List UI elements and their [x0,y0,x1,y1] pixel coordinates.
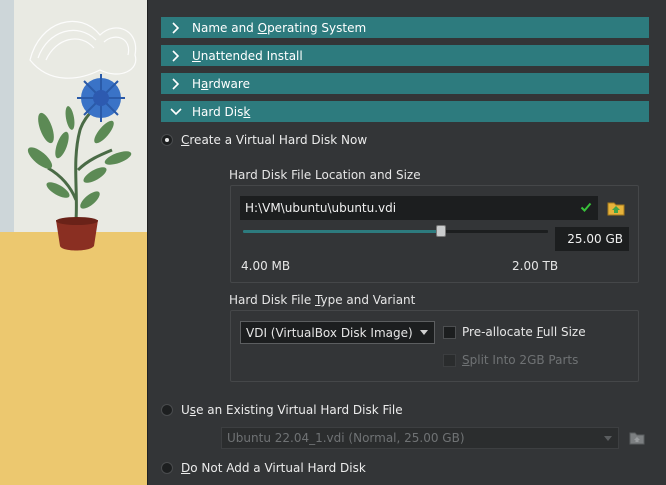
folder-browse-icon[interactable] [606,198,626,218]
slider-fill [243,230,442,233]
existing-disk-value: Ubuntu 22.04_1.vdi (Normal, 25.00 GB) [227,431,465,445]
checkbox-box[interactable] [443,325,456,339]
section-label: Hardware [192,76,250,91]
chevron-down-icon [169,105,183,119]
radio-label: Do Not Add a Virtual Hard Disk [181,461,366,475]
disk-size-input[interactable] [555,227,629,251]
section-header-name-os[interactable]: Name and Operating System [161,17,649,38]
preallocate-checkbox[interactable]: Pre-allocate Full Size [443,325,586,339]
slider-max-label: 2.00 TB [512,259,559,273]
section-label: Hard Disk [192,104,251,119]
folder-browse-icon [628,429,646,447]
radio-indicator [161,462,173,474]
disk-path-text[interactable] [245,201,565,215]
radio-use-existing-disk[interactable]: Use an Existing Virtual Hard Disk File [161,403,403,417]
chevron-down-icon [420,330,428,335]
slider-min-label: 4.00 MB [241,259,291,273]
chevron-right-icon [169,49,183,63]
wizard-illustration [0,0,147,485]
pane-divider [147,0,148,485]
radio-do-not-add-disk[interactable]: Do Not Add a Virtual Hard Disk [161,461,366,475]
radio-label: Create a Virtual Hard Disk Now [181,133,368,147]
disk-format-select[interactable]: VDI (VirtualBox Disk Image) [240,321,435,344]
section-header-unattended[interactable]: Unattended Install [161,45,649,66]
disk-path-input[interactable] [240,196,598,220]
size-slider[interactable] [243,225,548,237]
disk-size-text[interactable] [557,232,623,246]
section-header-hardware[interactable]: Hardware [161,73,649,94]
existing-disk-select: Ubuntu 22.04_1.vdi (Normal, 25.00 GB) [221,427,619,449]
section-header-hard-disk[interactable]: Hard Disk [161,101,649,122]
checkbox-label: Pre-allocate Full Size [462,325,586,339]
chevron-down-icon [604,436,612,441]
check-icon [580,201,592,216]
radio-indicator [161,404,173,416]
chevron-right-icon [169,77,183,91]
disk-format-value: VDI (VirtualBox Disk Image) [246,325,413,340]
radio-create-new-disk[interactable]: Create a Virtual Hard Disk Now [161,133,367,147]
section-label: Unattended Install [192,48,303,63]
checkbox-box [443,353,456,367]
location-group-title: Hard Disk File Location and Size [229,168,421,182]
checkbox-label: Split Into 2GB Parts [462,353,579,367]
section-label: Name and Operating System [192,20,367,35]
radio-label: Use an Existing Virtual Hard Disk File [181,403,403,417]
chevron-right-icon [169,21,183,35]
slider-handle[interactable] [436,225,447,237]
split-2gb-checkbox: Split Into 2GB Parts [443,353,578,367]
radio-indicator [161,134,173,146]
type-group-title: Hard Disk File Type and Variant [229,293,416,307]
